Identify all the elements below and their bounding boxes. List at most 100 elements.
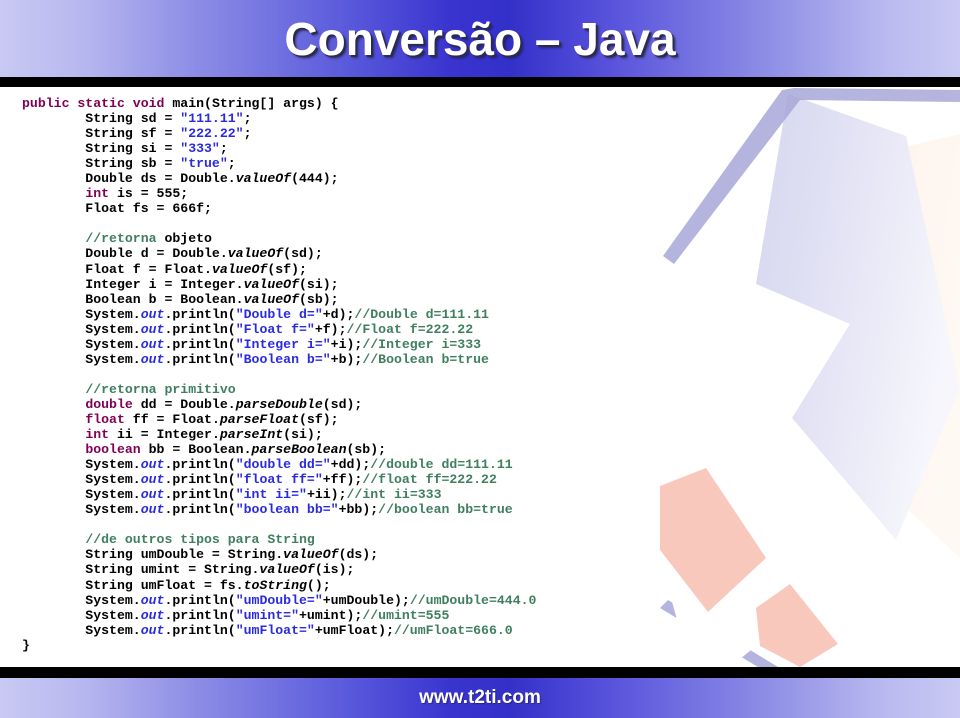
code-token-pl: } — [22, 637, 30, 653]
code-token-pl: Float f = Float. — [22, 261, 212, 277]
code-token-kw: double — [85, 396, 133, 412]
code-token-pl: (sb); — [299, 291, 339, 307]
code-token-pl: ii = Integer. — [109, 427, 220, 443]
code-line: System.out.println("umint="+umint);//umi… — [22, 608, 922, 623]
code-token-str: "umint=" — [235, 607, 300, 623]
code-line: int ii = Integer.parseInt(si); — [22, 427, 922, 442]
code-token-pl: bb = Boolean. — [140, 442, 252, 458]
code-token-pl: (sb); — [346, 442, 387, 458]
code-token-mth: parseDouble — [235, 396, 323, 412]
code-token-str: "Float f=" — [235, 321, 315, 337]
code-line: System.out.println("float ff="+ff);//flo… — [22, 472, 922, 487]
code-token-pl: (String[] args) { — [204, 96, 339, 111]
code-line: Float f = Float.valueOf(sf); — [22, 262, 922, 277]
code-token-pl: .println( — [164, 502, 236, 518]
code-token-str: "double dd=" — [235, 457, 331, 473]
code-token-pl: (si); — [299, 276, 339, 292]
code-token-pl: +dd); — [330, 457, 371, 473]
code-token-mth: parseBoolean — [251, 442, 347, 458]
code-token-mth: parseFloat — [219, 411, 299, 427]
code-token-cm: //Float f=222.22 — [346, 321, 474, 337]
code-token-pl: (); — [306, 577, 331, 593]
code-token-pl: .println( — [164, 336, 236, 352]
code-token-pl: ; — [219, 141, 228, 157]
code-token-fld: out — [140, 336, 165, 352]
code-token-fld: out — [140, 592, 165, 608]
code-token-fld: out — [140, 502, 165, 518]
code-token-pl: System. — [22, 472, 141, 488]
code-token-mth: valueOf — [211, 261, 268, 277]
code-line: String umint = String.valueOf(is); — [22, 562, 922, 577]
code-token-pl: System. — [22, 336, 141, 352]
code-token-fld: out — [140, 607, 165, 623]
code-line: System.out.println("Float f="+f);//Float… — [22, 322, 922, 337]
code-token-pl: System. — [22, 487, 141, 503]
code-token-pl: .println( — [164, 622, 236, 638]
code-line: Integer i = Integer.valueOf(si); — [22, 277, 922, 292]
code-token-fld: out — [140, 457, 165, 473]
code-token-pl: +bb); — [338, 502, 379, 518]
code-line: System.out.println("umDouble="+umDouble)… — [22, 593, 922, 608]
code-line: Float fs = 666f; — [22, 201, 922, 216]
code-token-pl: String sf = — [22, 126, 181, 142]
code-token-pl: (ds); — [338, 547, 379, 563]
code-line: System.out.println("umFloat="+umFloat);/… — [22, 623, 922, 638]
code-token-kw: float — [85, 411, 125, 427]
code-line: int is = 555; — [22, 186, 922, 201]
code-token-pl: System. — [22, 321, 141, 337]
code-token-mth: valueOf — [227, 246, 284, 262]
code-block: public static void main(String[] args) {… — [22, 96, 922, 653]
code-token-pl: (is); — [314, 562, 355, 578]
code-token-cm: //Double d=111.11 — [354, 306, 489, 322]
slide-title: Conversão – Java — [284, 12, 676, 65]
code-token-cm: //umint=555 — [362, 607, 450, 623]
code-line: String umDouble = String.valueOf(ds); — [22, 547, 922, 562]
code-token-mth: valueOf — [235, 171, 292, 187]
code-line: Double d = Double.valueOf(sd); — [22, 246, 922, 261]
code-token-pl: .println( — [164, 306, 236, 322]
code-token-pl: objeto — [156, 231, 212, 247]
code-line: System.out.println("Integer i="+i);//Int… — [22, 337, 922, 352]
code-token-cm: //Boolean b=true — [362, 351, 489, 367]
code-token-pl: (sf); — [299, 411, 339, 427]
code-token-str: "umFloat=" — [235, 622, 315, 638]
code-token-kw: public static void — [22, 96, 173, 111]
code-token-pl: System. — [22, 457, 141, 473]
code-line: //retorna objeto — [22, 231, 922, 246]
code-token-pl: ff = Float. — [124, 411, 220, 427]
code-token-fld: out — [140, 472, 165, 488]
header-divider — [0, 77, 960, 87]
code-token-cm: //Integer i=333 — [362, 336, 482, 352]
code-token-str: "int ii=" — [235, 487, 307, 503]
code-token-fld: out — [140, 487, 165, 503]
code-token-str: "Integer i=" — [235, 336, 331, 352]
footer-divider — [0, 667, 960, 678]
code-token-pl: Double d = Double. — [22, 246, 228, 262]
code-line: String sf = "222.22"; — [22, 126, 922, 141]
code-token-cm: //umDouble=444.0 — [409, 592, 537, 608]
code-token-str: "Double d=" — [235, 306, 323, 322]
code-line: String umFloat = fs.toString(); — [22, 578, 922, 593]
code-token-pl: main — [172, 96, 205, 111]
code-line: public static void main(String[] args) { — [22, 96, 922, 111]
code-token-str: "111.11" — [180, 111, 244, 127]
code-token-pl: String umint = String. — [22, 562, 260, 578]
code-line: //de outros tipos para String — [22, 532, 922, 547]
code-token-pl: (sf); — [267, 261, 307, 277]
code-token-cm: //float ff=222.22 — [362, 472, 497, 488]
code-token-pl: +b); — [330, 351, 363, 367]
code-token-pl: String si = — [22, 141, 181, 157]
code-token-pl: .println( — [164, 351, 236, 367]
code-token-pl: +i); — [330, 336, 363, 352]
code-line: String sd = "111.11"; — [22, 111, 922, 126]
code-token-cm: //umFloat=666.0 — [393, 622, 513, 638]
